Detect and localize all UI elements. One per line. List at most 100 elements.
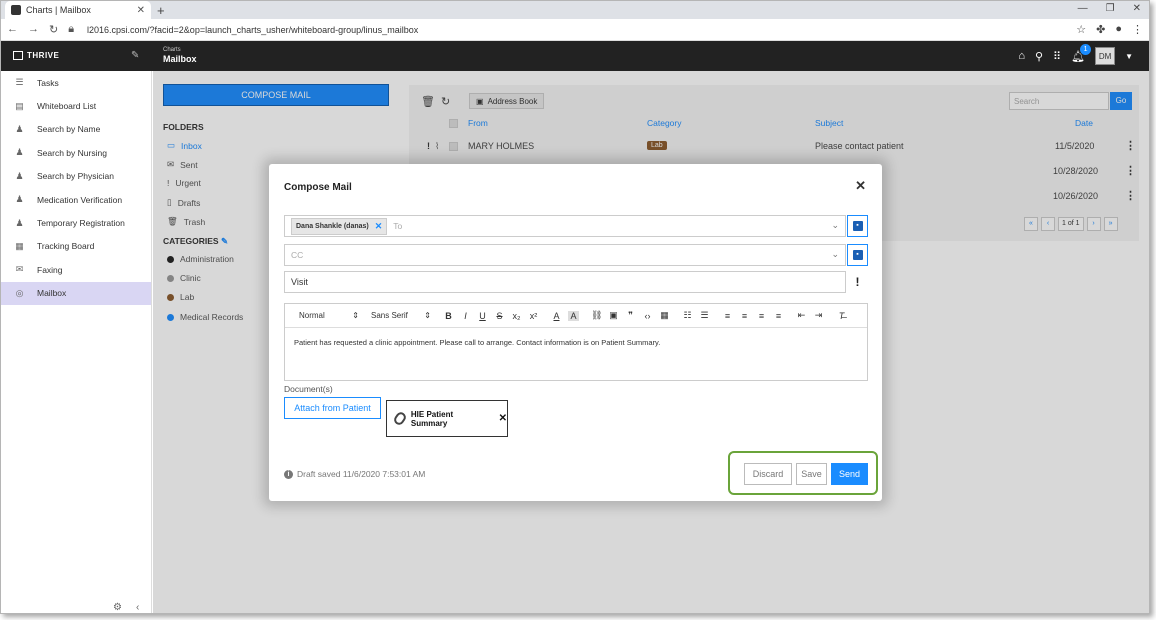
lock-icon: 🔒︎ [68, 23, 75, 35]
cc-field[interactable]: CC ⌄ [284, 244, 846, 266]
message-body[interactable]: Patient has requested a clinic appointme… [285, 328, 867, 357]
align-left-icon[interactable]: ≡ [722, 311, 733, 321]
new-tab-icon[interactable]: + [157, 3, 165, 18]
draft-status: i Draft saved 11/6/2020 7:53:01 AM [284, 469, 425, 479]
remove-attachment-icon[interactable]: ✕ [499, 413, 507, 424]
sidebar-item-label: Faxing [37, 264, 63, 275]
sidebar-item-whiteboard-list[interactable]: ▤ Whiteboard List [1, 94, 151, 117]
collapse-sidebar-icon[interactable]: ‹ [136, 602, 139, 613]
indent-icon[interactable]: ⇥ [813, 310, 824, 321]
to-field[interactable]: Dana Shankle (danas) ✕ To ⌄ [284, 215, 846, 237]
sidebar-item-label: Tracking Board [37, 241, 95, 252]
sidebar-item-mailbox[interactable]: ◎ Mailbox [1, 281, 151, 305]
discard-button[interactable]: Discard [744, 463, 792, 485]
page-title: Mailbox [163, 54, 197, 64]
cc-placeholder: CC [291, 250, 304, 260]
attach-from-patient-button[interactable]: Attach from Patient [284, 397, 381, 419]
sidebar-item-medication-verification[interactable]: ♟ Medication Verification [1, 188, 151, 211]
ordered-list-icon[interactable]: ☷ [682, 310, 693, 321]
extensions-icon[interactable]: ✤ [1096, 23, 1105, 36]
attachment-card[interactable]: HIE Patient Summary ✕ [386, 400, 508, 437]
home-icon[interactable]: ⌂ [1018, 50, 1025, 62]
underline-icon[interactable]: U [477, 311, 488, 321]
browser-nav: ← → ↻ 🔒︎ [7, 23, 87, 36]
mailbox-icon: ◎ [15, 287, 24, 298]
cc-address-book-button[interactable]: ▪ [847, 244, 868, 266]
save-button[interactable]: Save [796, 463, 827, 485]
remove-recipient-icon[interactable]: ✕ [375, 221, 383, 232]
align-right-icon[interactable]: ≡ [756, 311, 767, 321]
format-select-value: Normal [299, 311, 325, 320]
app-header: THRIVE ✎ Charts Mailbox ⌂ ⚲ ⠿ 🔔︎ 1 DM ▼ [1, 41, 1149, 71]
sidebar-item-temporary-registration[interactable]: ♟ Temporary Registration [1, 211, 151, 234]
sidebar-item-label: Whiteboard List [37, 101, 97, 112]
browser-tab[interactable]: Charts | Mailbox ✕ [5, 1, 151, 19]
chevron-down-icon[interactable]: ⌄ [831, 249, 839, 260]
browser-menu-icon[interactable]: ⋮ [1132, 23, 1143, 36]
sidebar-item-faxing[interactable]: ✉ Faxing [1, 258, 151, 281]
outdent-icon[interactable]: ⇤ [796, 310, 807, 321]
browser-actions: ☆ ✤ ● ⋮ [1076, 23, 1143, 36]
search-icon[interactable]: ⚲ [1035, 50, 1043, 63]
sidebar-item-tasks[interactable]: ☰ Tasks [1, 71, 151, 94]
user-menu-chevron-icon[interactable]: ▼ [1125, 52, 1133, 61]
bullet-list-icon[interactable]: ☰ [699, 310, 710, 321]
sidebar-item-label: Search by Nursing [37, 147, 107, 158]
subject-field[interactable]: Visit [284, 271, 846, 293]
bold-icon[interactable]: B [443, 311, 454, 321]
compose-mail-dialog: Compose Mail ✕ Dana Shankle (danas) ✕ To… [269, 164, 882, 501]
send-button[interactable]: Send [831, 463, 868, 485]
table-icon[interactable]: ▦ [659, 310, 670, 321]
italic-icon[interactable]: I [460, 311, 471, 321]
subscript-icon[interactable]: x₂ [511, 311, 522, 321]
profile-icon[interactable]: ● [1115, 23, 1122, 36]
font-select[interactable]: Sans Serif ⇕ [371, 311, 431, 320]
image-icon[interactable]: ▣ [608, 310, 619, 321]
header-actions: ⌂ ⚲ ⠿ 🔔︎ 1 DM ▼ [1018, 43, 1133, 65]
whiteboard-icon: ▤ [15, 100, 24, 111]
superscript-icon[interactable]: x² [528, 311, 539, 321]
settings-gear-icon[interactable]: ⚙ [113, 602, 122, 613]
notifications-icon[interactable]: 🔔︎ 1 [1071, 43, 1092, 63]
to-address-book-button[interactable]: ▪ [847, 215, 868, 237]
sidebar-item-search-by-physician[interactable]: ♟ Search by Physician [1, 165, 151, 188]
minimize-icon[interactable]: — [1078, 3, 1088, 14]
chevron-down-icon[interactable]: ⌄ [831, 220, 839, 231]
format-select[interactable]: Normal ⇕ [299, 311, 359, 320]
align-center-icon[interactable]: ≡ [739, 311, 750, 321]
apps-grid-icon[interactable]: ⠿ [1053, 50, 1061, 63]
urgent-toggle-icon[interactable]: ! [847, 271, 868, 293]
link-icon[interactable]: ⛓ [591, 310, 602, 321]
back-icon[interactable]: ← [7, 23, 18, 36]
browser-address-bar: ← → ↻ 🔒︎ l2016.cpsi.com/?facid=2&op=laun… [1, 19, 1149, 41]
select-arrows-icon: ⇕ [352, 311, 359, 320]
nurse-search-icon: ♟ [15, 147, 24, 158]
strike-icon[interactable]: S [494, 311, 505, 321]
star-icon[interactable]: ☆ [1076, 23, 1086, 36]
pin-icon[interactable]: ✎ [131, 50, 139, 61]
align-justify-icon[interactable]: ≡ [773, 311, 784, 321]
code-icon[interactable]: ‹› [642, 311, 653, 321]
avatar[interactable]: DM [1095, 47, 1116, 65]
highlight-icon[interactable]: A [568, 310, 579, 321]
sidebar-item-tracking-board[interactable]: ▦ Tracking Board [1, 235, 151, 258]
browser-tabstrip: Charts | Mailbox ✕ + — ❐ ✕ [1, 1, 1149, 19]
brand-box-icon [13, 51, 23, 60]
tab-close-icon[interactable]: ✕ [137, 5, 145, 16]
app-frame: Charts | Mailbox ✕ + — ❐ ✕ ← → ↻ 🔒︎ l201… [0, 0, 1150, 614]
url-field[interactable]: l2016.cpsi.com/?facid=2&op=launch_charts… [87, 25, 1076, 35]
close-icon[interactable]: ✕ [855, 178, 866, 194]
window-close-icon[interactable]: ✕ [1133, 3, 1141, 14]
reload-icon[interactable]: ↻ [49, 23, 58, 36]
clear-format-icon[interactable]: T̶ [836, 311, 847, 321]
sidebar-item-search-by-name[interactable]: ♟ Search by Name [1, 118, 151, 141]
forward-icon[interactable]: → [28, 23, 39, 36]
sidebar-item-label: Search by Name [37, 124, 101, 135]
editor-toolbar: Normal ⇕ Sans Serif ⇕ B I U S x₂ x² A A ⛓ … [285, 304, 867, 328]
restore-icon[interactable]: ❐ [1106, 3, 1115, 14]
text-color-icon[interactable]: A [551, 311, 562, 321]
quote-icon[interactable]: ❞ [625, 310, 636, 321]
brand-logo[interactable]: THRIVE [13, 51, 59, 60]
sidebar-item-search-by-nursing[interactable]: ♟ Search by Nursing [1, 141, 151, 164]
favicon-icon [11, 5, 21, 15]
